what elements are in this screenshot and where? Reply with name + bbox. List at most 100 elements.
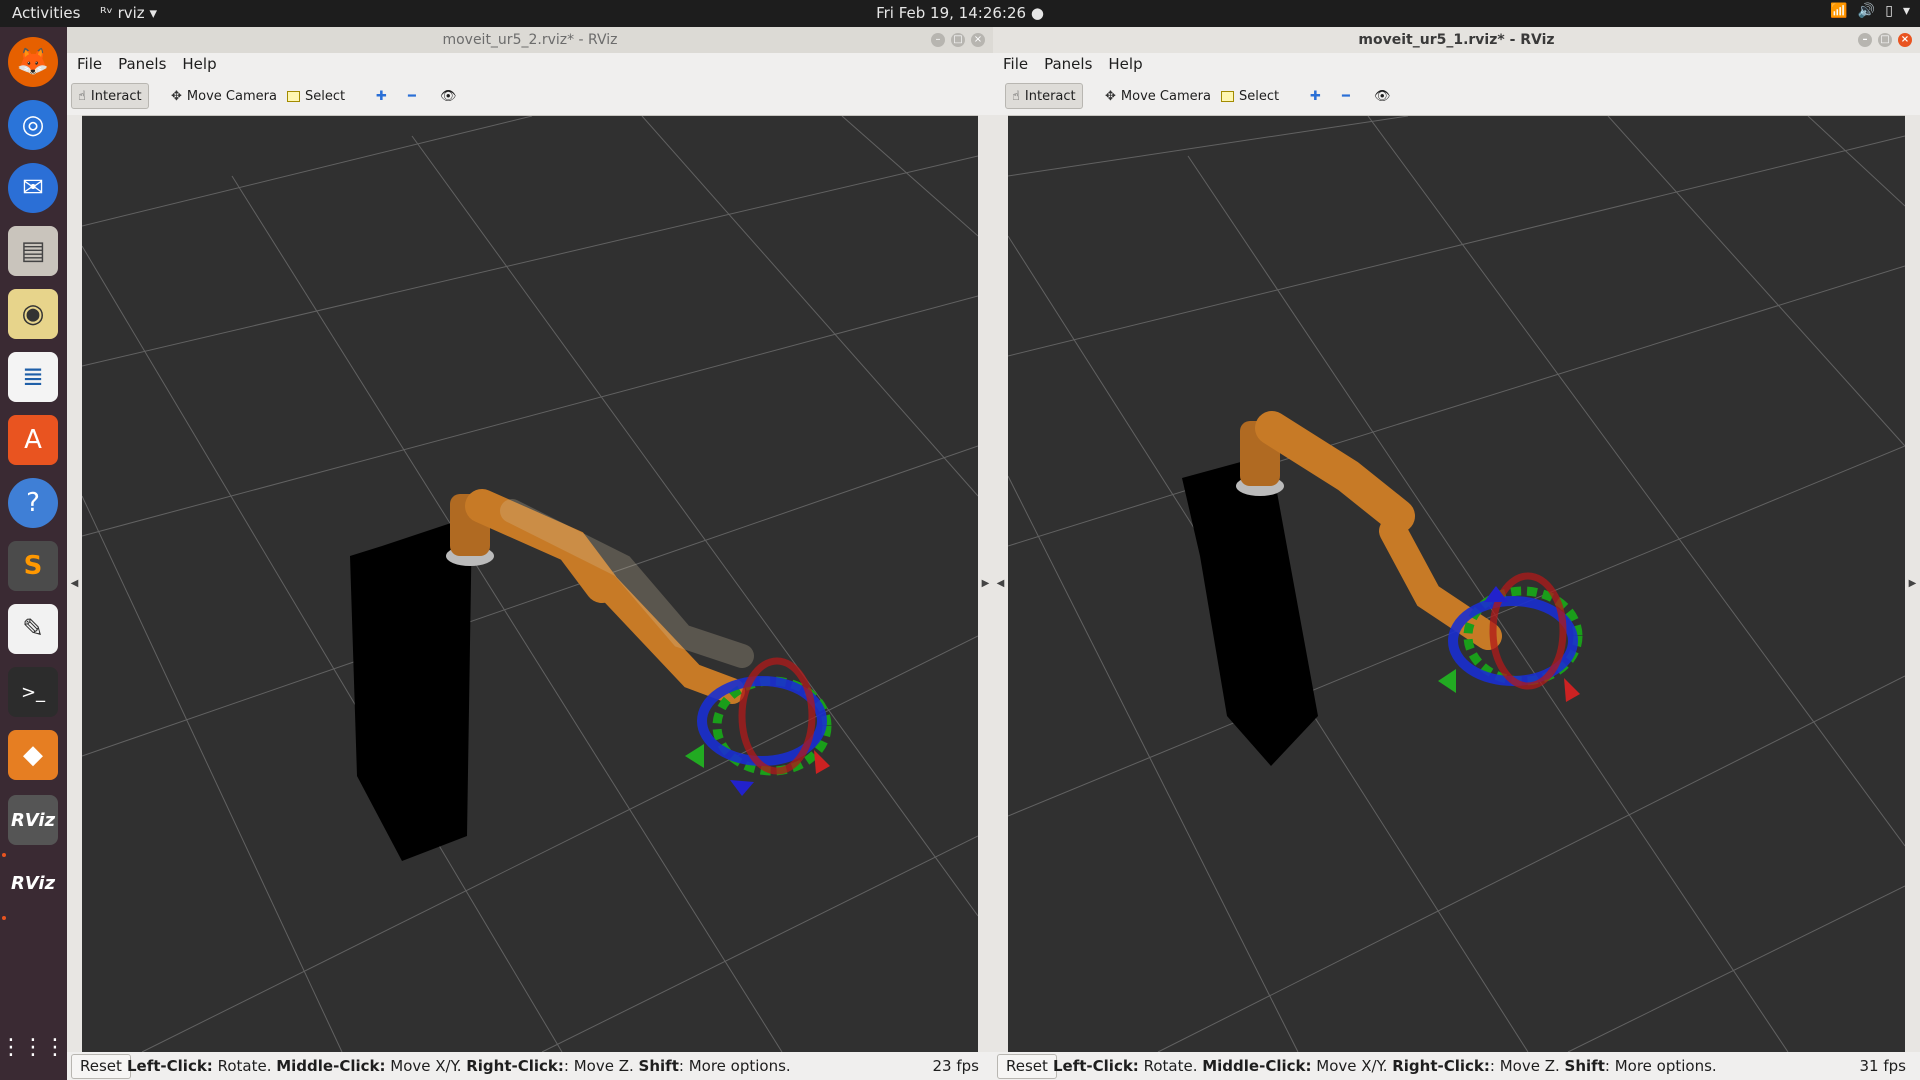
- menu-file[interactable]: File: [71, 53, 108, 75]
- hint-shift: Shift: [638, 1057, 679, 1075]
- running-indicator: [2, 916, 6, 920]
- 3d-scene[interactable]: [1008, 116, 1905, 1052]
- window-title: moveit_ur5_2.rviz* - RViz: [442, 32, 618, 48]
- help-icon[interactable]: ?: [8, 478, 58, 528]
- select-tool-button[interactable]: Select: [281, 83, 351, 109]
- remove-tool-button[interactable]: ━: [402, 83, 422, 109]
- sublime-text-icon[interactable]: S: [8, 541, 58, 591]
- hint-right-click: Right-Click:: [466, 1057, 564, 1075]
- rviz-window-left: moveit_ur5_2.rviz* - RViz – □ × File Pane…: [67, 27, 993, 1080]
- hint-middle-click: Middle-Click:: [276, 1057, 386, 1075]
- move-camera-tool-button[interactable]: ✥ Move Camera: [165, 83, 283, 109]
- show-apps-icon[interactable]: ⋮⋮⋮: [0, 1022, 66, 1072]
- files-icon[interactable]: ▤: [8, 226, 58, 276]
- rviz-icon[interactable]: RViz: [8, 858, 58, 908]
- window-title: moveit_ur5_1.rviz* - RViz: [1358, 32, 1555, 48]
- minimize-button[interactable]: –: [1858, 33, 1872, 47]
- add-tool-button[interactable]: ✚: [370, 83, 393, 109]
- volume-icon: 🔊: [1857, 3, 1876, 19]
- dock: 🦊 ◎ ✉ ▤ ◉ ≣ A ? S ✎ >_ ◆ RViz RViz ⋮⋮⋮: [0, 27, 67, 1080]
- scene-background: [1008, 116, 1905, 1052]
- maximize-button[interactable]: □: [1878, 33, 1892, 47]
- status-hint: Left-Click: Rotate. Middle-Click: Move X…: [127, 1052, 791, 1080]
- reset-button[interactable]: Reset: [71, 1054, 131, 1079]
- minus-icon: ━: [1342, 88, 1350, 104]
- hint-text: Rotate.: [212, 1057, 277, 1075]
- plus-icon: ✚: [376, 88, 387, 104]
- text-editor-icon[interactable]: ✎: [8, 604, 58, 654]
- right-panel-handle[interactable]: ▶: [978, 115, 993, 1052]
- menu-bar: File Panels Help: [67, 53, 993, 77]
- remove-tool-button[interactable]: ━: [1336, 83, 1356, 109]
- top-bar: Activities ᴿᵛ rviz ▾ Fri Feb 19, 14:26:2…: [0, 0, 1920, 27]
- 3d-scene[interactable]: [82, 116, 978, 1052]
- hint-text: : More options.: [678, 1057, 791, 1075]
- menu-panels[interactable]: Panels: [112, 53, 172, 75]
- clock[interactable]: Fri Feb 19, 14:26:26 ●: [0, 4, 1920, 22]
- hint-middle-click: Middle-Click:: [1202, 1057, 1312, 1075]
- select-box-icon: [1221, 90, 1234, 102]
- menu-help[interactable]: Help: [176, 53, 222, 75]
- move-camera-label: Move Camera: [186, 88, 277, 104]
- fps-counter: 31 fps: [1859, 1057, 1906, 1075]
- layers-icon[interactable]: ◆: [8, 730, 58, 780]
- status-hint: Left-Click: Rotate. Middle-Click: Move X…: [1053, 1052, 1717, 1080]
- move-camera-tool-button[interactable]: ✥ Move Camera: [1099, 83, 1217, 109]
- hint-left-click: Left-Click:: [1053, 1057, 1139, 1075]
- running-indicator: [2, 853, 6, 857]
- right-panel-handle[interactable]: ▶: [1905, 115, 1920, 1052]
- firefox-icon[interactable]: 🦊: [8, 37, 58, 87]
- window-titlebar[interactable]: moveit_ur5_2.rviz* - RViz – □ ×: [67, 27, 993, 53]
- maximize-button[interactable]: □: [951, 33, 965, 47]
- add-tool-button[interactable]: ✚: [1304, 83, 1327, 109]
- menu-file[interactable]: File: [997, 53, 1034, 75]
- menu-panels[interactable]: Panels: [1038, 53, 1098, 75]
- minimize-button[interactable]: –: [931, 33, 945, 47]
- software-center-icon[interactable]: A: [8, 415, 58, 465]
- interact-tool-button[interactable]: ☝ Interact: [1005, 83, 1083, 109]
- window-titlebar[interactable]: moveit_ur5_1.rviz* - RViz – □ ×: [993, 27, 1920, 53]
- status-bar: Reset Left-Click: Rotate. Middle-Click: …: [67, 1052, 993, 1080]
- rhythmbox-icon[interactable]: ◉: [8, 289, 58, 339]
- hint-text: : More options.: [1604, 1057, 1717, 1075]
- select-box-icon: [287, 90, 300, 102]
- interact-label: Interact: [1024, 88, 1076, 104]
- left-panel-handle[interactable]: ◀: [67, 115, 82, 1052]
- view-tool-button[interactable]: 👁: [1368, 83, 1397, 109]
- menu-help[interactable]: Help: [1102, 53, 1148, 75]
- thunderbird-icon[interactable]: ✉: [8, 163, 58, 213]
- hint-shift: Shift: [1564, 1057, 1605, 1075]
- plus-icon: ✚: [1310, 88, 1321, 104]
- hint-text: Rotate.: [1138, 1057, 1203, 1075]
- hint-text: Move X/Y.: [385, 1057, 467, 1075]
- close-button[interactable]: ×: [971, 33, 985, 47]
- 3d-viewport[interactable]: [1008, 116, 1905, 1052]
- interact-tool-button[interactable]: ☝ Interact: [71, 83, 149, 109]
- view-tool-button[interactable]: 👁: [434, 83, 463, 109]
- rviz-label: RViz: [10, 872, 56, 894]
- wifi-icon: 📶: [1830, 3, 1848, 19]
- rviz-window-right: moveit_ur5_1.rviz* - RViz – □ × File Pane…: [993, 27, 1920, 1080]
- chromium-icon[interactable]: ◎: [8, 100, 58, 150]
- reset-button[interactable]: Reset: [997, 1054, 1057, 1079]
- hand-icon: ☝: [1012, 88, 1020, 104]
- fps-counter: 23 fps: [932, 1057, 979, 1075]
- hint-text: Move X/Y.: [1311, 1057, 1393, 1075]
- hint-text: : Move Z.: [1489, 1057, 1565, 1075]
- move-camera-label: Move Camera: [1120, 88, 1211, 104]
- toolbar: ☝ Interact ✥ Move Camera Select ✚ ━ 👁: [67, 77, 993, 116]
- hint-left-click: Left-Click:: [127, 1057, 213, 1075]
- chevron-down-icon: ▾: [1902, 3, 1910, 19]
- 3d-viewport[interactable]: [82, 116, 978, 1052]
- writer-icon[interactable]: ≣: [8, 352, 58, 402]
- system-tray[interactable]: 📶 🔊 ▯ ▾: [1830, 3, 1910, 19]
- toolbar: ☝ Interact ✥ Move Camera Select ✚ ━ 👁: [993, 77, 1920, 116]
- select-label: Select: [1239, 88, 1280, 104]
- select-tool-button[interactable]: Select: [1215, 83, 1285, 109]
- hand-icon: ☝: [78, 88, 86, 104]
- left-panel-handle[interactable]: ◀: [993, 115, 1008, 1052]
- terminal-icon[interactable]: >_: [8, 667, 58, 717]
- rviz-icon[interactable]: RViz: [8, 795, 58, 845]
- minus-icon: ━: [408, 88, 416, 104]
- close-button[interactable]: ×: [1898, 33, 1912, 47]
